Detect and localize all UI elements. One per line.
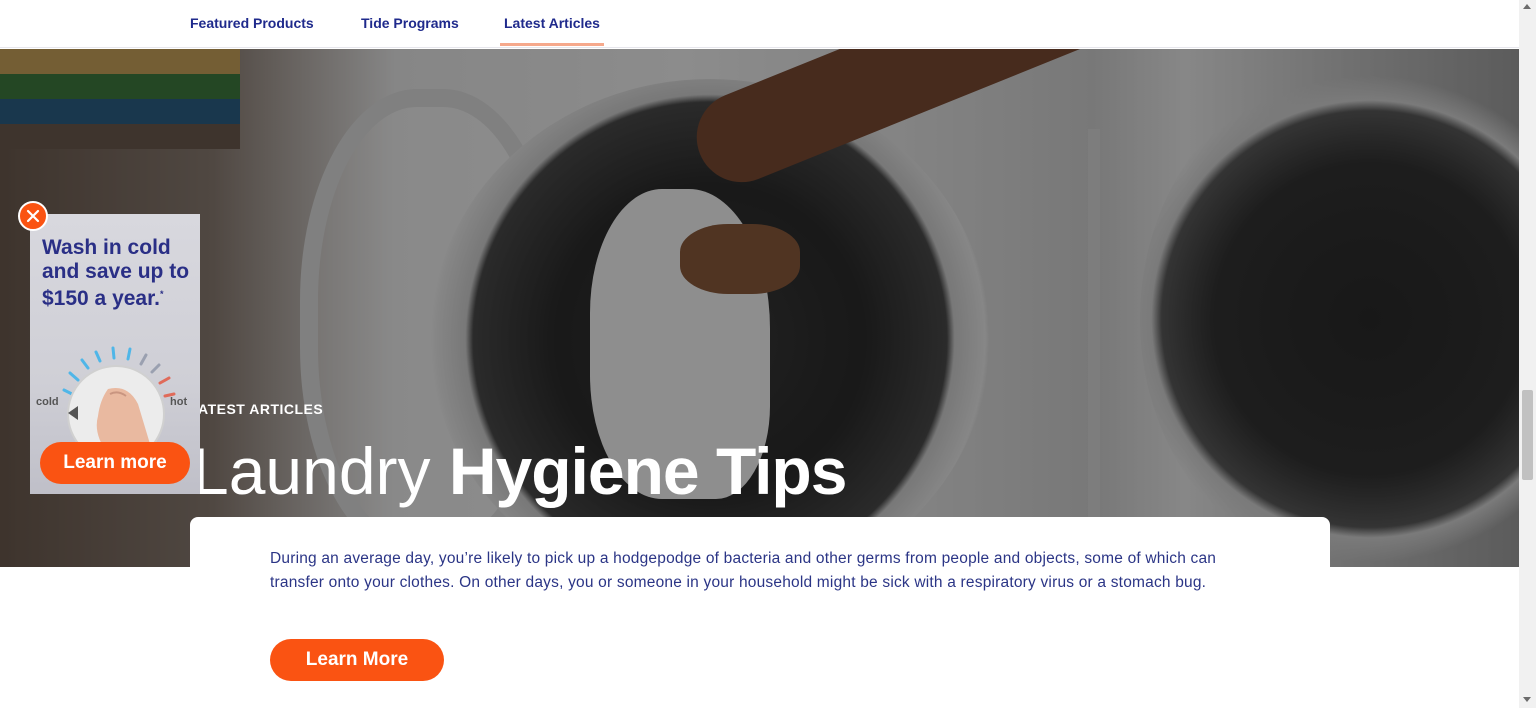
tab-tide-programs[interactable]: Tide Programs <box>361 0 459 46</box>
tab-latest-articles[interactable]: Latest Articles <box>500 0 604 46</box>
ad-learn-more-button[interactable]: Learn more <box>40 442 190 484</box>
hero-banner: ATEST ARTICLES Laundry Hygiene Tips <box>0 49 1519 567</box>
hero-eyebrow: ATEST ARTICLES <box>198 401 324 417</box>
ad-title: Wash in cold and save up to $150 a year.… <box>42 236 190 310</box>
close-icon <box>26 209 40 223</box>
article-card: During an average day, you’re likely to … <box>190 517 1330 708</box>
page-scrollbar[interactable] <box>1519 0 1536 708</box>
promo-ad[interactable]: Wash in cold and save up to $150 a year.… <box>30 214 200 494</box>
hero-headline: Laundry Hygiene Tips <box>192 431 848 511</box>
temperature-dial-icon <box>62 346 176 454</box>
scroll-thumb[interactable] <box>1522 390 1533 480</box>
ad-close-button[interactable] <box>18 201 48 231</box>
section-tabs: Featured Products Tide Programs Latest A… <box>0 0 1519 48</box>
tab-featured-products[interactable]: Featured Products <box>190 0 314 46</box>
headline-bold: Hygiene Tips <box>448 434 848 508</box>
article-summary: During an average day, you’re likely to … <box>270 550 1217 591</box>
scroll-up-arrow-icon[interactable] <box>1523 4 1531 9</box>
headline-light: Laundry <box>192 434 449 508</box>
page: Featured Products Tide Programs Latest A… <box>0 0 1536 708</box>
learn-more-button[interactable]: Learn More <box>270 639 444 681</box>
dial-cold-label: cold <box>36 396 59 408</box>
scroll-down-arrow-icon[interactable] <box>1523 697 1531 702</box>
dial-hot-label: hot <box>170 396 188 408</box>
